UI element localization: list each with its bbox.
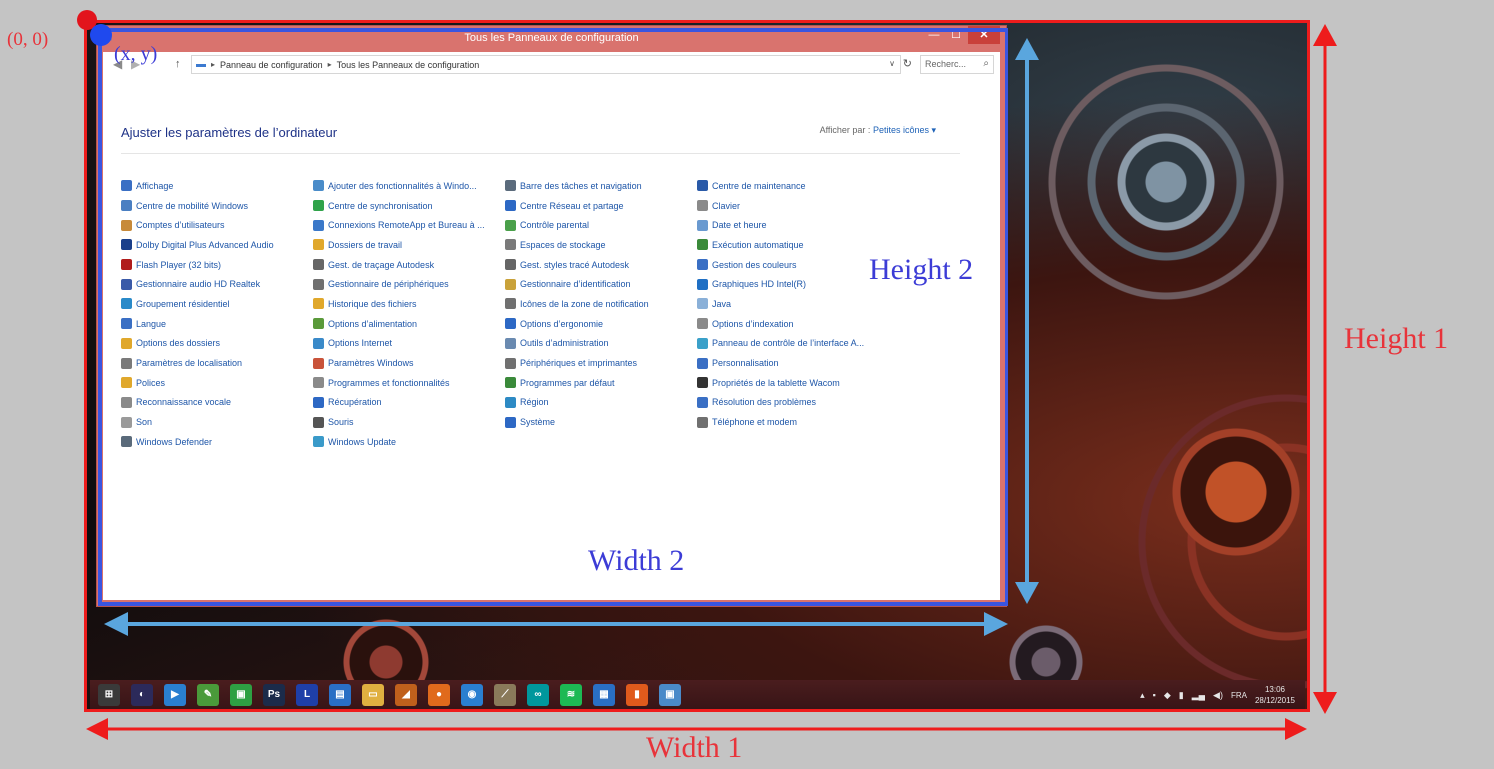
height1-arrow-head-bottom [1313, 692, 1337, 714]
width2-label: Width 2 [588, 544, 685, 577]
width1-arrow-head-right [1285, 718, 1307, 740]
width2-arrow-head-right [984, 612, 1008, 636]
origin-label: (0, 0) [7, 29, 49, 50]
height1-arrow-head-top [1313, 24, 1337, 46]
window-origin-label: (x, y) [114, 43, 158, 65]
width1-arrow-head-left [86, 718, 108, 740]
height2-label: Height 2 [869, 253, 974, 286]
height2-arrow-head-bottom [1015, 582, 1039, 604]
width2-arrow-head-left [104, 612, 128, 636]
height2-arrow-head-top [1015, 38, 1039, 60]
width1-label: Width 1 [646, 731, 743, 764]
dimension-arrows [86, 24, 1337, 740]
height1-label: Height 1 [1344, 322, 1449, 355]
